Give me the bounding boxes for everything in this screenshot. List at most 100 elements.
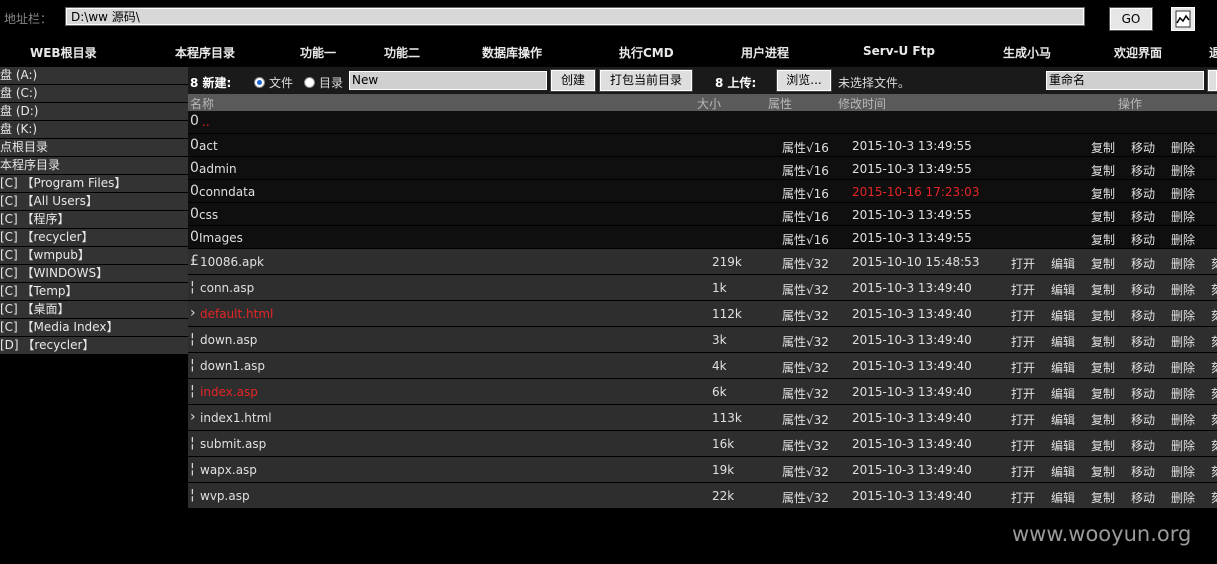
op-link[interactable]: 打开	[1011, 411, 1035, 428]
op-link[interactable]: 移动	[1131, 437, 1155, 454]
op-link[interactable]: 打开	[1011, 333, 1035, 350]
menu-item-2[interactable]: 功能一	[300, 44, 336, 61]
op-link[interactable]: 删除	[1171, 463, 1195, 480]
file-name-link[interactable]: down.asp	[200, 333, 257, 347]
op-link[interactable]: 编辑	[1051, 385, 1075, 402]
op-link[interactable]: 复制	[1091, 307, 1115, 324]
op-link[interactable]: 打开	[1011, 281, 1035, 298]
op-link[interactable]: 刻	[1211, 463, 1217, 480]
attr-link[interactable]: 属性√16	[782, 139, 829, 156]
op-link[interactable]: 移动	[1131, 255, 1155, 272]
op-link[interactable]: 编辑	[1051, 281, 1075, 298]
attr-link[interactable]: 属性√16	[782, 231, 829, 248]
menu-item-0[interactable]: WEB根目录	[30, 44, 97, 61]
file-name-link[interactable]: wapx.asp	[200, 463, 257, 477]
file-name-link[interactable]: 10086.apk	[200, 255, 264, 269]
dir-name-link[interactable]: conndata	[199, 185, 255, 199]
op-link[interactable]: 删除	[1171, 139, 1195, 156]
sidebar-item[interactable]: 盘 (D:)	[0, 103, 188, 121]
op-link[interactable]: 编辑	[1051, 489, 1075, 506]
attr-link[interactable]: 属性√16	[782, 208, 829, 225]
dir-name-link[interactable]: Images	[199, 231, 243, 245]
op-link[interactable]: 打开	[1011, 359, 1035, 376]
op-link[interactable]: 复制	[1091, 411, 1115, 428]
op-link[interactable]: 打开	[1011, 437, 1035, 454]
op-link[interactable]: 移动	[1131, 385, 1155, 402]
menu-item-6[interactable]: 用户进程	[741, 44, 789, 61]
dir-row[interactable]: 0 act 属性√16 2015-10-3 13:49:55 复制 移动 删除	[188, 134, 1217, 157]
op-link[interactable]: 删除	[1171, 411, 1195, 428]
op-link[interactable]: 打开	[1011, 307, 1035, 324]
op-link[interactable]: 移动	[1131, 185, 1155, 202]
dir-name-link[interactable]: admin	[199, 162, 237, 176]
file-name-link[interactable]: down1.asp	[200, 359, 265, 373]
file-row[interactable]: £10086.apk 219k 属性√32 2015-10-10 15:48:53 打开…	[188, 249, 1217, 275]
dir-row[interactable]: 0 conndata 属性√16 2015-10-16 17:23:03 复制 移动 删除	[188, 180, 1217, 203]
op-link[interactable]: 删除	[1171, 333, 1195, 350]
dir-name-link[interactable]: act	[199, 139, 218, 153]
sidebar-item[interactable]: 盘 (K:)	[0, 121, 188, 139]
sidebar-item[interactable]: 盘 (C:)	[0, 85, 188, 103]
attr-link[interactable]: 属性√32	[782, 255, 829, 272]
sidebar-item[interactable]: [C] 【Media Index】	[0, 319, 188, 337]
pack-dir-button[interactable]: 打包当前目录	[599, 69, 693, 92]
op-link[interactable]: 移动	[1131, 489, 1155, 506]
op-link[interactable]: 移动	[1131, 139, 1155, 156]
file-name-link[interactable]: default.html	[200, 307, 273, 321]
parent-dir-link[interactable]: ..	[202, 115, 210, 129]
op-link[interactable]: 删除	[1171, 162, 1195, 179]
attr-link[interactable]: 属性√32	[782, 385, 829, 402]
op-link[interactable]: 刻	[1211, 411, 1217, 428]
radio-file[interactable]: 文件	[254, 74, 293, 91]
op-link[interactable]: 删除	[1171, 255, 1195, 272]
op-link[interactable]: 删除	[1171, 281, 1195, 298]
new-name-input[interactable]: New	[349, 71, 547, 90]
op-link[interactable]: 删除	[1171, 385, 1195, 402]
file-row[interactable]: ¦ wvp.asp 22k 属性√32 2015-10-3 13:49:40 打开 编辑 复制…	[188, 483, 1217, 509]
dir-row[interactable]: 0 Images 属性√16 2015-10-3 13:49:55 复制 移动 删除	[188, 226, 1217, 249]
op-link[interactable]: 移动	[1131, 208, 1155, 225]
rename-button[interactable]	[1207, 69, 1217, 92]
dir-row[interactable]: 0 admin 属性√16 2015-10-3 13:49:55 复制 移动 删除	[188, 157, 1217, 180]
file-row[interactable]: ¦ down1.asp 4k 属性√32 2015-10-3 13:49:40 打开 编辑复…	[188, 353, 1217, 379]
menu-item-7[interactable]: Serv-U Ftp	[863, 44, 935, 58]
sidebar-item[interactable]: [C] 【wmpub】	[0, 247, 188, 265]
op-link[interactable]: 复制	[1091, 489, 1115, 506]
op-link[interactable]: 复制	[1091, 385, 1115, 402]
op-link[interactable]: 复制	[1091, 281, 1115, 298]
attr-link[interactable]: 属性√32	[782, 307, 829, 324]
file-name-link[interactable]: submit.asp	[200, 437, 266, 451]
op-link[interactable]: 打开	[1011, 489, 1035, 506]
op-link[interactable]: 刻	[1211, 489, 1217, 506]
op-link[interactable]: 刻	[1211, 437, 1217, 454]
sidebar-item[interactable]: [C] 【WINDOWS】	[0, 265, 188, 283]
file-name-link[interactable]: conn.asp	[200, 281, 254, 295]
op-link[interactable]: 编辑	[1051, 437, 1075, 454]
op-link[interactable]: 移动	[1131, 333, 1155, 350]
menu-item-9[interactable]: 欢迎界面	[1114, 44, 1162, 61]
file-name-link[interactable]: wvp.asp	[200, 489, 250, 503]
op-link[interactable]: 复制	[1091, 255, 1115, 272]
op-link[interactable]: 删除	[1171, 307, 1195, 324]
op-link[interactable]: 编辑	[1051, 359, 1075, 376]
op-link[interactable]: 编辑	[1051, 333, 1075, 350]
attr-link[interactable]: 属性√32	[782, 463, 829, 480]
file-name-link[interactable]: index1.html	[200, 411, 272, 425]
parent-dir-row[interactable]: 0 ..	[188, 111, 1217, 134]
sidebar-item[interactable]: [C] 【桌面】	[0, 301, 188, 319]
op-link[interactable]: 复制	[1091, 139, 1115, 156]
op-link[interactable]: 移动	[1131, 411, 1155, 428]
menu-item-8[interactable]: 生成小马	[1003, 44, 1051, 61]
attr-link[interactable]: 属性√32	[782, 489, 829, 506]
menu-item-1[interactable]: 本程序目录	[175, 44, 235, 61]
op-link[interactable]: 打开	[1011, 385, 1035, 402]
radio-dir[interactable]: 目录	[304, 74, 343, 91]
go-button[interactable]: GO	[1109, 7, 1153, 31]
chart-tool-icon[interactable]	[1171, 7, 1195, 31]
op-link[interactable]: 删除	[1171, 489, 1195, 506]
op-link[interactable]: 打开	[1011, 463, 1035, 480]
attr-link[interactable]: 属性√32	[782, 281, 829, 298]
op-link[interactable]: 移动	[1131, 231, 1155, 248]
op-link[interactable]: 删除	[1171, 437, 1195, 454]
file-row[interactable]: › index1.html 113k 属性√32 2015-10-3 13:49:40 打…	[188, 405, 1217, 431]
